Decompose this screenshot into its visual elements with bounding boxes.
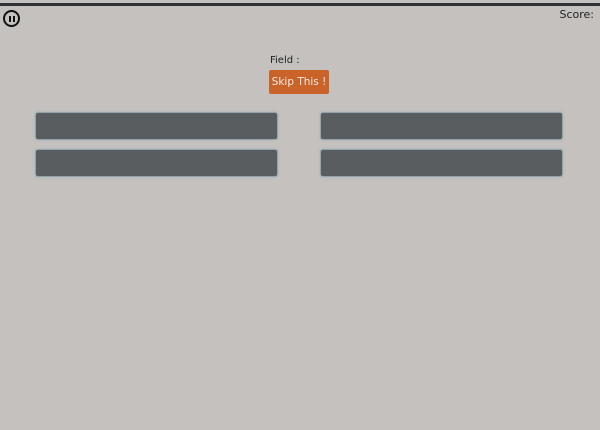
pause-bar-left xyxy=(9,16,11,22)
pause-bar-right xyxy=(13,16,15,22)
answer-button-1[interactable] xyxy=(35,112,278,140)
field-label: Field : xyxy=(270,55,300,66)
skip-button[interactable]: Skip This ! xyxy=(269,70,329,94)
pause-icon[interactable] xyxy=(3,10,20,27)
answer-button-4[interactable] xyxy=(320,149,563,177)
answer-button-2[interactable] xyxy=(320,112,563,140)
top-border-line xyxy=(0,3,600,6)
score-label: Score: xyxy=(559,8,594,21)
answer-button-3[interactable] xyxy=(35,149,278,177)
